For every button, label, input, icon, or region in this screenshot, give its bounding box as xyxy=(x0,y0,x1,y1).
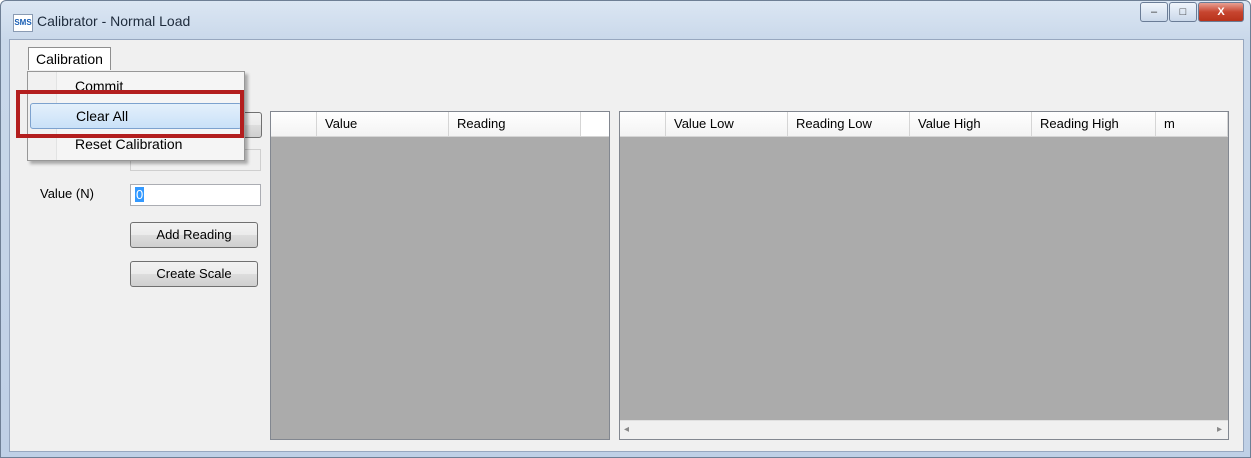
column-header[interactable] xyxy=(620,112,666,136)
column-header[interactable]: Reading xyxy=(449,112,581,136)
column-header[interactable]: Reading High xyxy=(1032,112,1156,136)
create-scale-button[interactable]: Create Scale xyxy=(130,261,258,287)
menu-calibration[interactable]: Calibration xyxy=(28,47,111,70)
minimize-button[interactable]: – xyxy=(1140,2,1168,22)
title-bar[interactable]: SMS Calibrator - Normal Load – □ X xyxy=(1,1,1250,39)
column-header[interactable]: Value Low xyxy=(666,112,788,136)
menu-bar xyxy=(10,40,1243,64)
scale-grid-header: Value Low Reading Low Value High Reading… xyxy=(620,112,1228,137)
scale-grid[interactable]: Value Low Reading Low Value High Reading… xyxy=(619,111,1229,440)
column-header[interactable]: Value High xyxy=(910,112,1032,136)
caption-buttons: – □ X xyxy=(1139,2,1244,22)
value-input[interactable]: 0 xyxy=(130,184,261,206)
readings-grid[interactable]: Value Reading xyxy=(270,111,610,440)
close-button[interactable]: X xyxy=(1198,2,1244,22)
scroll-right-icon[interactable]: ▸ xyxy=(1217,424,1222,435)
highlight-annotation xyxy=(16,90,244,138)
window-title: Calibrator - Normal Load xyxy=(37,13,191,29)
calibrator-window: SMS Calibrator - Normal Load – □ X Value… xyxy=(0,0,1251,458)
add-reading-button[interactable]: Add Reading xyxy=(130,222,258,248)
readings-grid-header: Value Reading xyxy=(271,112,609,137)
column-header[interactable]: Reading Low xyxy=(788,112,910,136)
column-header[interactable] xyxy=(271,112,317,136)
horizontal-scrollbar[interactable]: ◂ ▸ xyxy=(620,420,1228,439)
value-label: Value (N) xyxy=(40,186,94,201)
app-icon: SMS xyxy=(13,14,33,32)
column-header[interactable]: m xyxy=(1156,112,1228,136)
maximize-button[interactable]: □ xyxy=(1169,2,1197,22)
column-header[interactable]: Value xyxy=(317,112,449,136)
scroll-left-icon[interactable]: ◂ xyxy=(624,424,629,435)
